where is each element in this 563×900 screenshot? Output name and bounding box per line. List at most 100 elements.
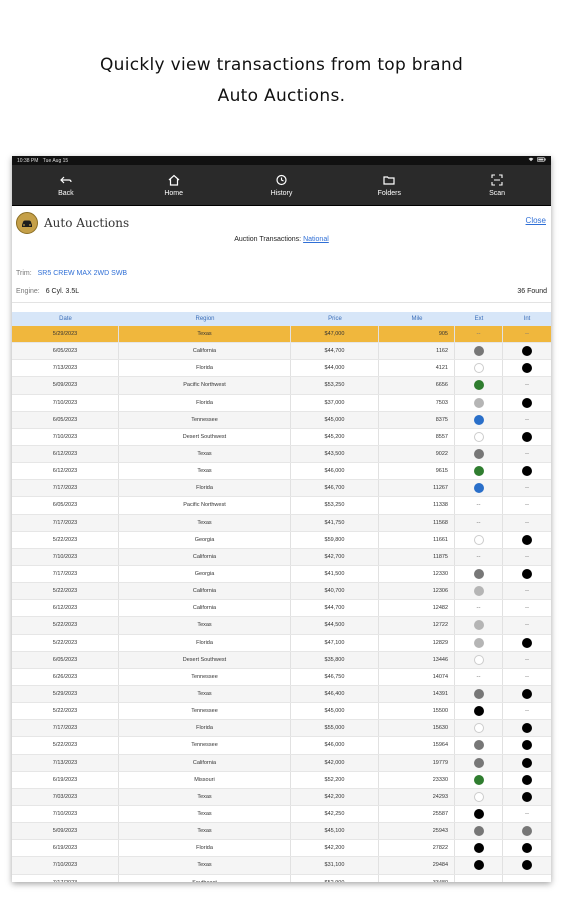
int-color-cell: -- [503, 703, 551, 719]
table-row[interactable]: 5/22/2023 California $40,700 12306 -- [12, 583, 551, 601]
table-row[interactable]: 7/13/2023 Florida $44,000 4121 [12, 360, 551, 378]
int-color-swatch [522, 363, 532, 374]
int-color-cell: -- [503, 875, 551, 882]
region-cell: Desert Southwest [119, 651, 291, 668]
ext-color-swatch [473, 723, 484, 734]
folder-icon [383, 174, 395, 190]
back-button[interactable]: Back [36, 174, 96, 197]
ext-color-swatch [473, 689, 484, 700]
int-color-empty: -- [525, 622, 529, 629]
table-row[interactable]: 7/10/2023 California $42,700 11875 -- -- [12, 548, 551, 566]
table-row[interactable]: 7/17/2023 Georgia $41,500 12330 [12, 565, 551, 584]
table-row[interactable]: 7/13/2023 California $42,000 19779 [12, 754, 551, 772]
home-button[interactable]: Home [144, 174, 204, 197]
int-color-cell: -- [503, 583, 551, 599]
wifi-icon [528, 157, 534, 164]
table-row[interactable]: 5/22/2023 Florida $47,100 12829 [12, 634, 551, 652]
trim-value-link[interactable]: SR5 CREW MAX 2WD SWB [38, 270, 127, 277]
region-cell: Texas [119, 617, 291, 634]
date-cell: 6/05/2023 [12, 651, 119, 668]
table-row[interactable]: 6/05/2023 Pacific Northwest $53,250 11338 --… [12, 497, 551, 515]
int-color-swatch [522, 466, 532, 477]
table-row[interactable]: 5/29/2023 Texas $47,000 905 -- -- [12, 326, 551, 344]
ext-color-swatch [473, 414, 484, 425]
int-color-swatch [522, 569, 532, 580]
ext-color-cell [455, 360, 503, 377]
table-row[interactable]: 6/12/2023 California $44,700 12482 -- -- [12, 600, 551, 618]
ext-color-cell: -- [455, 514, 503, 531]
table-row[interactable]: 5/09/2023 Pacific Northwest $53,250 6656 -- [12, 377, 551, 395]
mile-cell: 9022 [379, 445, 455, 463]
table-row[interactable]: 6/12/2023 Texas $46,000 9615 [12, 463, 551, 481]
auction-transactions-line: Auction Transactions: National [12, 236, 551, 243]
region-cell: Georgia [119, 531, 291, 548]
date-cell: 7/17/2023 [12, 514, 119, 531]
mile-cell: 25943 [379, 823, 455, 840]
price-cell: $59,800 [291, 531, 379, 548]
price-cell: $44,500 [291, 617, 379, 634]
ext-color-cell: -- [455, 600, 503, 617]
ext-color-cell [455, 720, 503, 737]
mile-cell: 19779 [379, 754, 455, 771]
table-row[interactable]: 5/29/2023 Texas $46,400 14391 [12, 685, 551, 704]
ext-color-cell [455, 771, 503, 788]
region-cell: Florida [119, 360, 291, 377]
int-color-cell [503, 343, 551, 359]
column-region[interactable]: Region [119, 312, 291, 326]
date-cell: 7/10/2023 [12, 428, 119, 445]
ext-color-swatch [473, 483, 484, 494]
table-row[interactable]: 5/22/2023 Tennessee $46,000 15964 [12, 737, 551, 755]
table-row[interactable]: 7/17/2023 Texas $41,750 11568 -- -- [12, 514, 551, 532]
table-row[interactable]: 7/10/2023 Texas $31,100 29484 [12, 857, 551, 875]
price-cell: $43,500 [291, 445, 379, 463]
column-ext[interactable]: Ext [455, 312, 503, 326]
national-link[interactable]: National [303, 236, 329, 243]
scan-label: Scan [489, 189, 506, 197]
table-row[interactable]: 7/10/2023 Texas $42,250 25587 -- [12, 805, 551, 824]
ext-color-swatch [473, 757, 484, 768]
table-row[interactable]: 5/09/2023 Texas $45,100 25943 [12, 823, 551, 841]
price-cell: $46,000 [291, 737, 379, 754]
ext-color-cell [455, 617, 503, 634]
table-row[interactable]: 5/22/2023 Tennessee $45,000 15500 -- [12, 703, 551, 721]
ext-color-empty: -- [476, 605, 481, 612]
table-row[interactable]: 6/19/2023 Missouri $52,200 23330 [12, 771, 551, 789]
ext-color-cell [455, 788, 503, 805]
column-date[interactable]: Date [12, 312, 119, 326]
ext-color-swatch [473, 346, 484, 357]
date-cell: 7/10/2023 [12, 548, 119, 565]
ext-color-swatch [473, 363, 484, 374]
car-icon [16, 212, 38, 234]
table-row[interactable]: 7/17/2023 Florida $46,700 11267 -- [12, 480, 551, 498]
region-cell: Pacific Northwest [119, 497, 291, 514]
table-row[interactable]: 6/05/2023 Tennessee $45,000 8375 -- [12, 411, 551, 429]
table-row[interactable]: 6/26/2023 Tennessee $46,750 14074 -- -- [12, 668, 551, 686]
close-link[interactable]: Close [526, 216, 546, 225]
table-row[interactable]: 7/10/2023 Desert Southwest $45,200 8557 [12, 428, 551, 446]
table-row[interactable]: 6/05/2023 Desert Southwest $35,800 13446 -- [12, 651, 551, 669]
folders-button[interactable]: Folders [359, 174, 419, 197]
price-cell: $42,250 [291, 805, 379, 823]
table-row[interactable]: 7/10/2023 Florida $37,000 7503 [12, 394, 551, 412]
history-button[interactable]: History [251, 174, 311, 197]
table-row[interactable]: 5/22/2023 Georgia $59,800 11661 [12, 531, 551, 549]
scan-button[interactable]: Scan [467, 173, 527, 197]
table-row[interactable]: 6/19/2023 Florida $42,200 27822 [12, 840, 551, 858]
table-row[interactable]: 5/22/2023 Texas $44,500 12722 -- [12, 617, 551, 635]
table-row[interactable]: 6/12/2023 Texas $43,500 9022 -- [12, 445, 551, 464]
table-row[interactable]: 7/17/2023Southeast$52,90033480 -- -- [12, 874, 551, 882]
table-row[interactable]: 7/03/2023 Texas $42,200 24293 [12, 788, 551, 806]
price-cell: $47,100 [291, 634, 379, 651]
mile-cell: 6656 [379, 377, 455, 394]
column-mile[interactable]: Mile [379, 312, 455, 326]
ext-color-swatch [473, 860, 484, 871]
table-row[interactable]: 7/17/2023 Florida $55,000 15630 [12, 720, 551, 738]
column-price[interactable]: Price [291, 312, 379, 326]
transactions-table: Date Region Price Mile Ext Int 5/29/2023… [12, 312, 551, 882]
table-row[interactable]: 6/05/2023 California $44,700 1162 [12, 343, 551, 361]
mile-cell: 14391 [379, 685, 455, 703]
date-cell: 5/22/2023 [12, 531, 119, 548]
date-cell: 6/05/2023 [12, 343, 119, 360]
column-int[interactable]: Int [503, 312, 551, 326]
int-color-cell: -- [503, 515, 551, 531]
